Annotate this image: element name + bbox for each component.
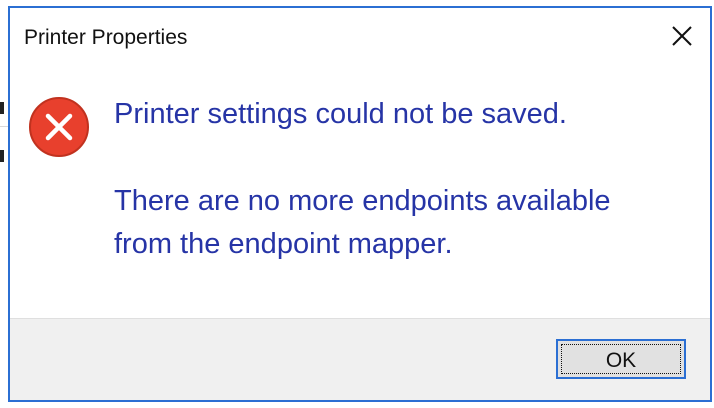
error-detail-line-2: from the endpoint mapper.: [114, 228, 453, 260]
background-text-fragment: [0, 102, 4, 114]
button-bar: OK: [10, 318, 710, 400]
close-icon: [672, 26, 692, 46]
ok-button[interactable]: OK: [556, 339, 686, 379]
error-detail: There are no more endpoints available fr…: [114, 180, 694, 266]
error-message: Printer settings could not be saved. The…: [114, 96, 694, 266]
title-bar[interactable]: Printer Properties: [10, 8, 710, 66]
error-icon: [29, 97, 89, 157]
error-detail-line-1: There are no more endpoints available: [114, 185, 611, 217]
error-dialog: Printer Properties Printer settings coul…: [8, 6, 712, 402]
ok-button-label: OK: [605, 349, 637, 372]
dialog-content: Printer settings could not be saved. The…: [10, 66, 710, 318]
main-instruction: Printer settings could not be saved.: [114, 98, 567, 130]
dialog-title: Printer Properties: [24, 26, 188, 49]
close-button[interactable]: [662, 18, 702, 54]
background-text-fragment: [0, 150, 4, 162]
